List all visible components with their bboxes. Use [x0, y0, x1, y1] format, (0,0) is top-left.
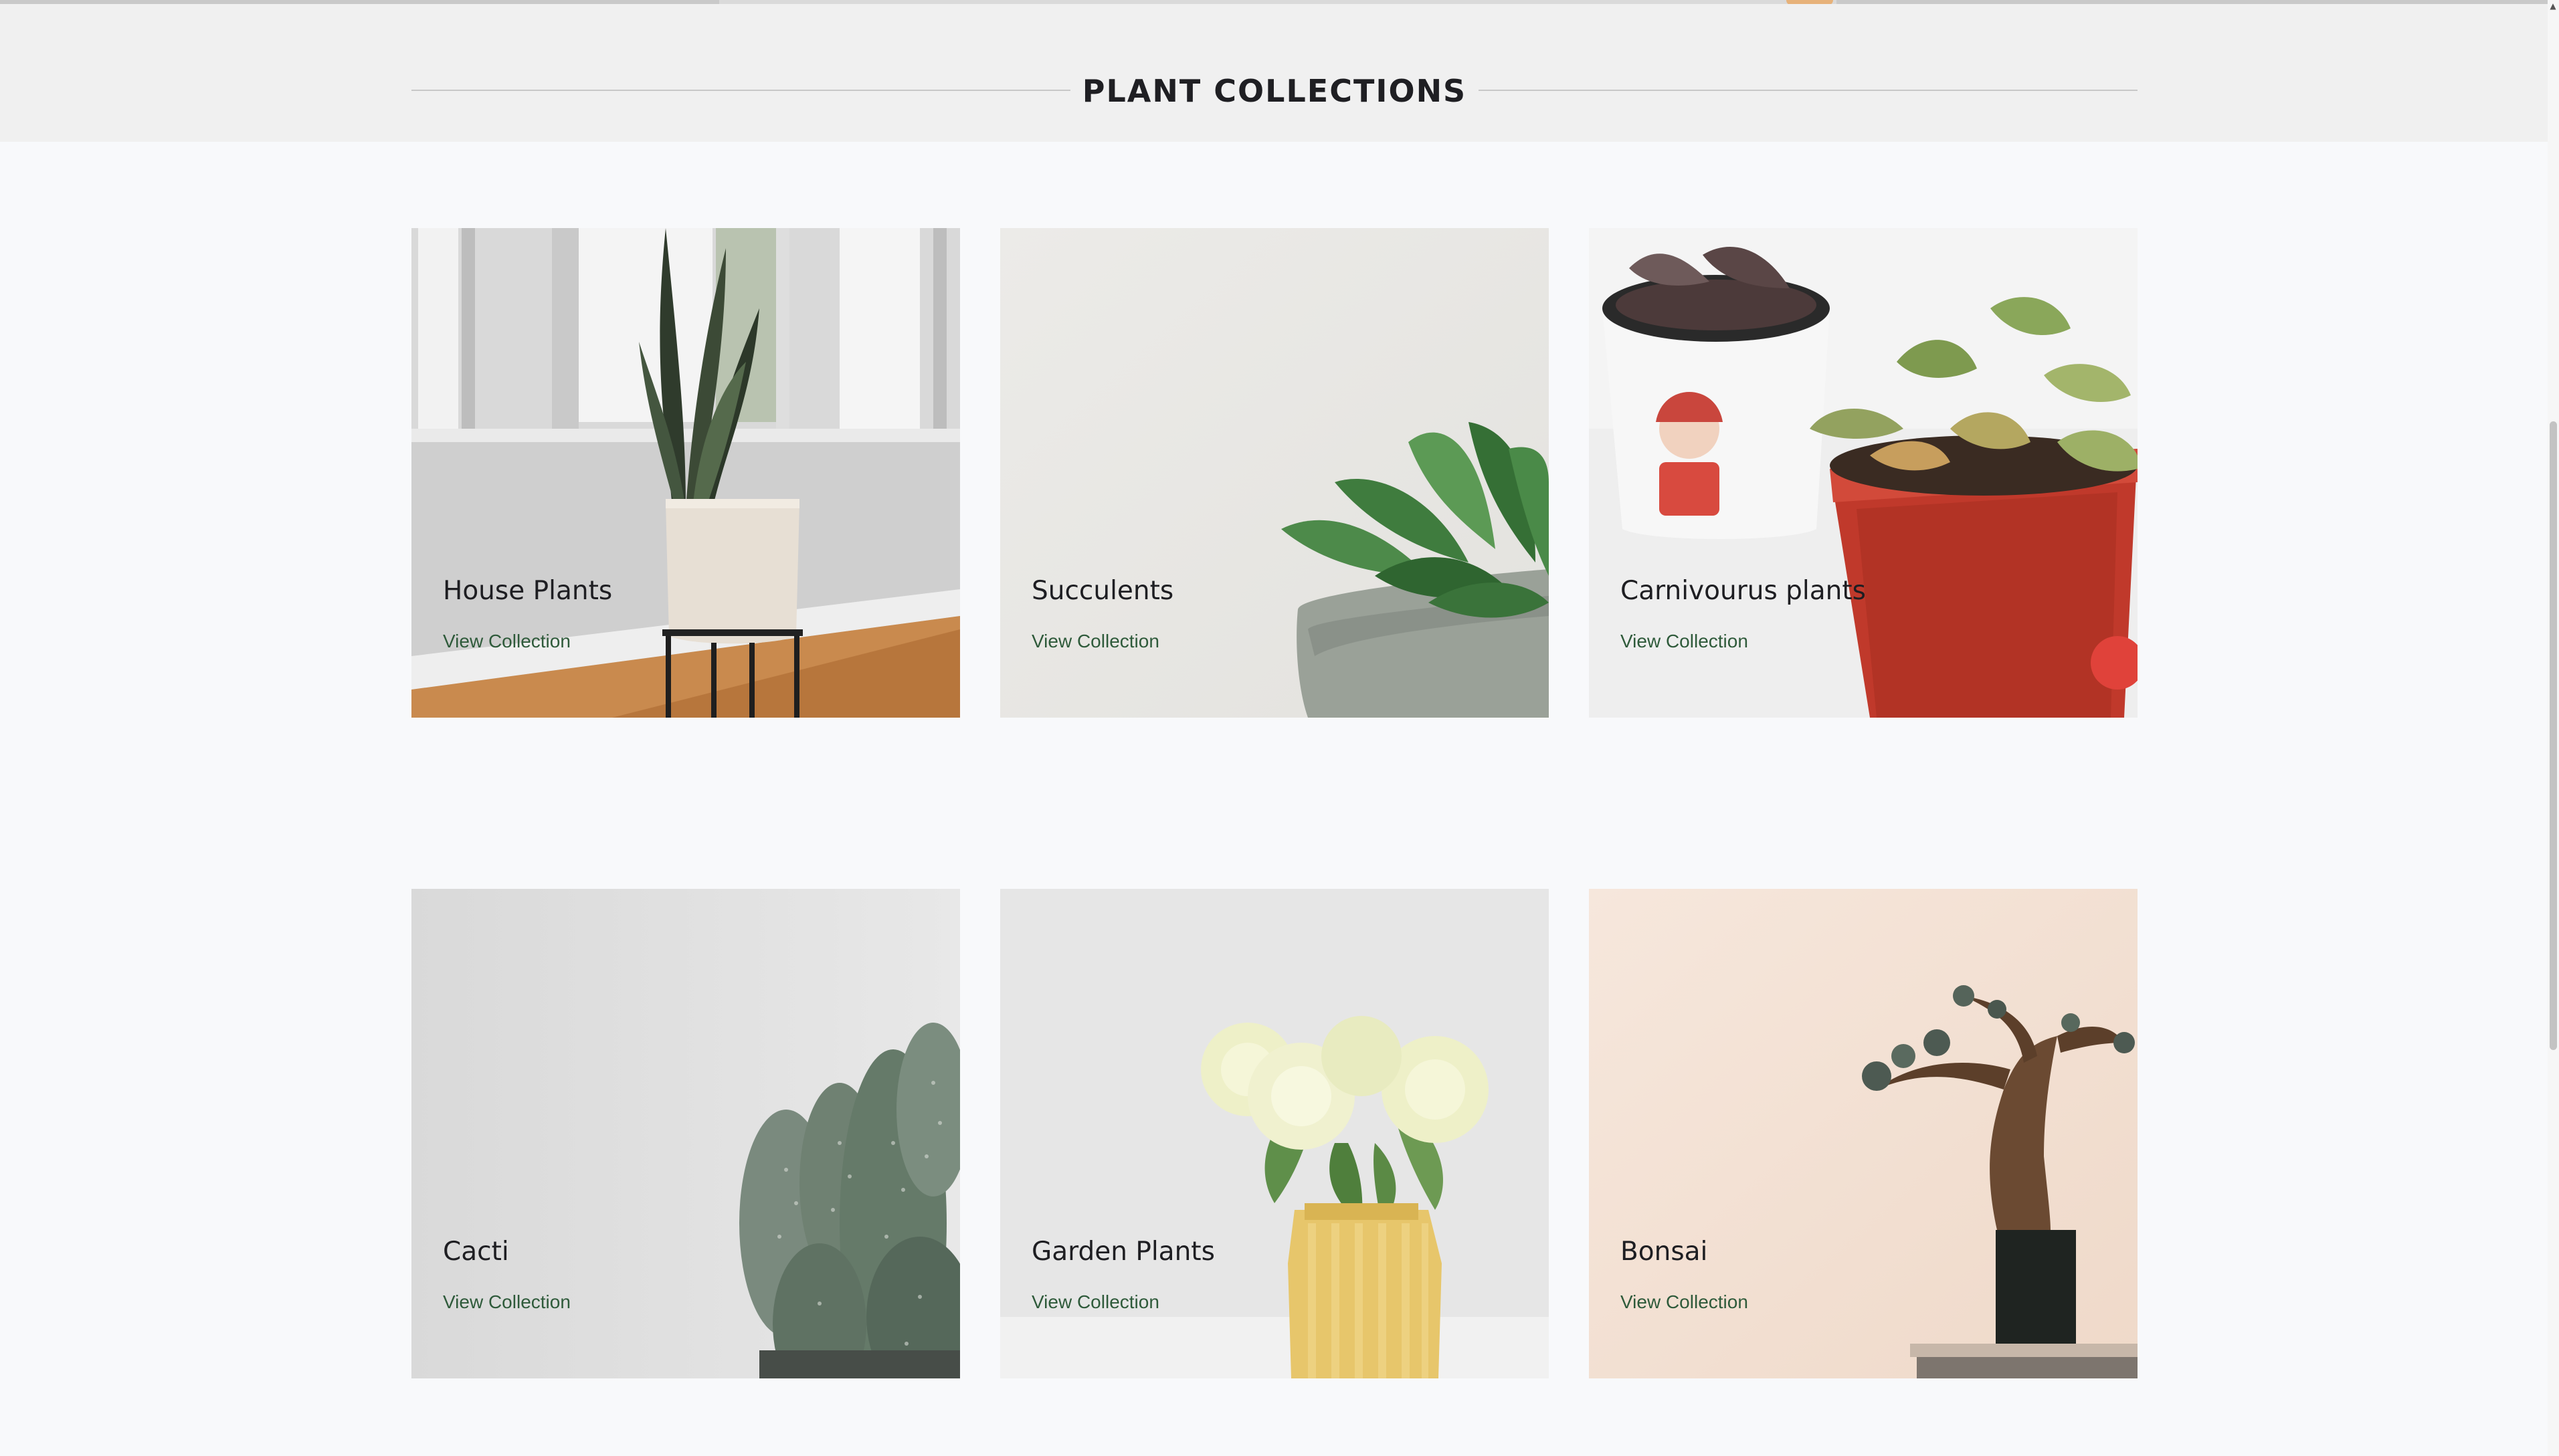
collection-title: House Plants	[443, 576, 613, 606]
scrollbar-thumb[interactable]	[2550, 421, 2557, 1050]
section-header-band: PLANT COLLECTIONS	[0, 4, 2559, 142]
section-title: PLANT COLLECTIONS	[1082, 73, 1467, 109]
collection-card-garden-plants[interactable]: Garden Plants View Collection	[1000, 889, 1549, 1378]
view-collection-link[interactable]: View Collection	[443, 1290, 571, 1314]
title-divider-left	[411, 90, 1070, 91]
collection-card-house-plants[interactable]: House Plants View Collection	[411, 228, 960, 718]
collection-card-succulents[interactable]: Succulents View Collection	[1000, 228, 1549, 718]
scroll-up-arrow-icon[interactable]: ▲	[2548, 1, 2558, 11]
view-collection-link[interactable]: View Collection	[443, 629, 571, 653]
collection-title: Garden Plants	[1032, 1237, 1215, 1267]
collection-card-carnivorous-plants[interactable]: Carnivourus plants View Collection	[1589, 228, 2138, 718]
collection-card-cacti[interactable]: Cacti View Collection	[411, 889, 960, 1378]
view-collection-link[interactable]: View Collection	[1032, 629, 1159, 653]
collection-title: Carnivourus plants	[1620, 576, 1866, 606]
title-divider-right	[1479, 90, 2138, 91]
collection-card-bonsai[interactable]: Bonsai View Collection	[1589, 889, 2138, 1378]
collection-title: Succulents	[1032, 576, 1174, 606]
view-collection-link[interactable]: View Collection	[1620, 629, 1748, 653]
view-collection-link[interactable]: View Collection	[1032, 1290, 1159, 1314]
page: PLANT COLLECTIONS House Plants View Coll…	[0, 0, 2559, 1456]
collection-title: Cacti	[443, 1237, 509, 1267]
view-collection-link[interactable]: View Collection	[1620, 1290, 1748, 1314]
collection-title: Bonsai	[1620, 1237, 1708, 1267]
